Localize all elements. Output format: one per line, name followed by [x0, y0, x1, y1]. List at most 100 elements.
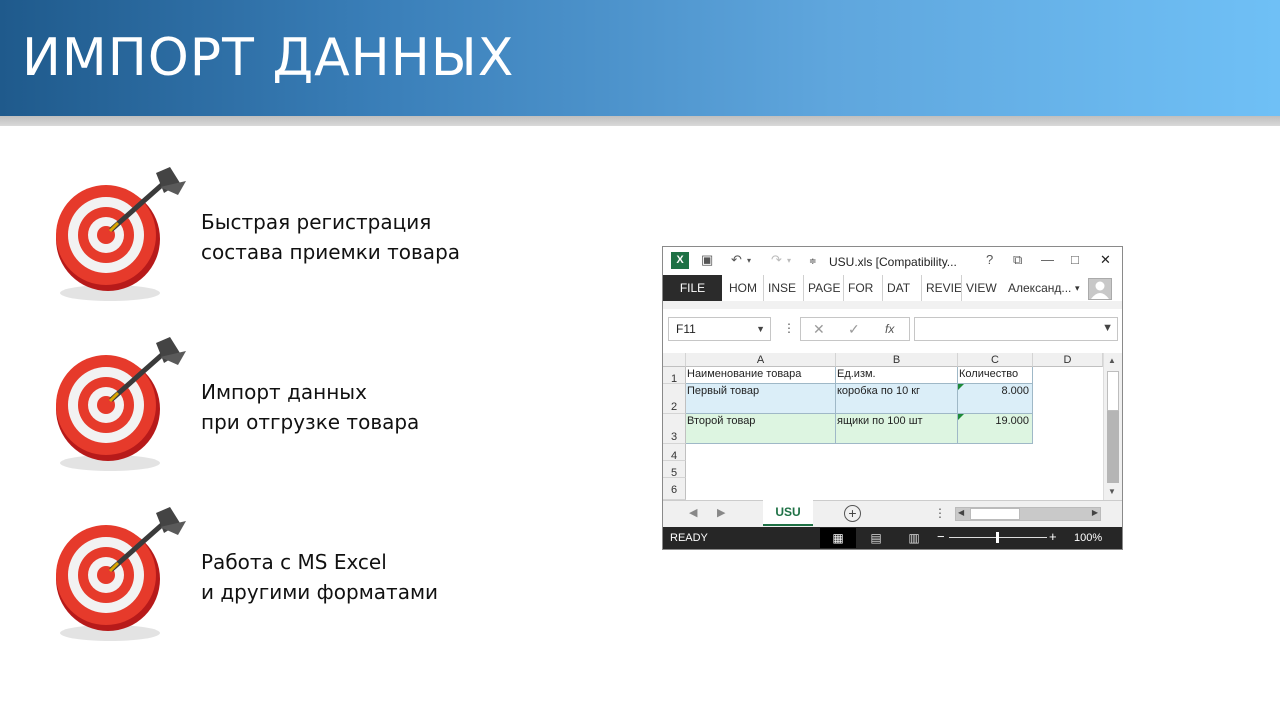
table-cell[interactable]: коробка по 10 кг [836, 384, 958, 414]
normal-view-icon[interactable]: ▦ [820, 528, 856, 548]
help-icon[interactable]: ? [986, 252, 993, 267]
sheet-next-icon[interactable]: ▶ [717, 506, 725, 519]
tab-view[interactable]: VIEW [961, 275, 997, 301]
tab-file[interactable]: FILE [663, 275, 722, 301]
undo-dropdown-icon[interactable]: ▾ [747, 256, 751, 265]
chevron-down-icon[interactable]: ▼ [756, 318, 765, 340]
row-header[interactable]: 3 [663, 414, 686, 444]
row-header[interactable]: 2 [663, 384, 686, 414]
horizontal-scrollbar[interactable]: ◀ ▶ [955, 507, 1101, 521]
avatar[interactable] [1088, 278, 1112, 300]
formula-bar: F11 ▼ ⋮ ✕ ✓ fx ▼ [663, 309, 1122, 349]
expand-formula-icon[interactable]: ▼ [1102, 322, 1113, 334]
feature-text: Работа с MS Excel и другими форматами [201, 547, 438, 607]
zoom-knob[interactable] [996, 532, 999, 543]
scroll-track[interactable] [1107, 411, 1119, 483]
ribbon-tabs: FILE HOM INSE PAGE FOR DAT REVIE VIEW Ал… [663, 275, 1122, 301]
save-icon[interactable]: ▣ [701, 252, 713, 268]
cell-value: 19.000 [995, 415, 1029, 427]
table-cell[interactable]: 19.000 [958, 414, 1033, 444]
user-dropdown-icon[interactable]: ▾ [1075, 275, 1080, 301]
dart-target-icon [56, 337, 186, 471]
column-header[interactable]: D [1033, 353, 1103, 367]
name-box-value: F11 [676, 322, 696, 336]
redo-icon[interactable]: ↷ [771, 252, 782, 268]
vertical-scrollbar[interactable]: ▲ ▼ [1103, 353, 1122, 500]
zoom-in-icon[interactable]: + [1049, 529, 1057, 544]
table-cell[interactable]: Первый товар [686, 384, 836, 414]
scroll-right-icon[interactable]: ▶ [1092, 508, 1098, 517]
tab-page-layout[interactable]: PAGE [803, 275, 840, 301]
tab-formulas[interactable]: FOR [843, 275, 873, 301]
dart-target-icon [56, 167, 186, 301]
add-sheet-button[interactable]: + [844, 505, 861, 522]
row-header[interactable]: 4 [663, 444, 686, 462]
feature-text: Быстрая регистрация состава приемки това… [201, 207, 460, 267]
row-header[interactable]: 5 [663, 461, 686, 479]
more-options-icon[interactable]: ⋮ [783, 321, 795, 335]
table-cell[interactable]: Ед.изм. [836, 367, 958, 384]
scroll-thumb[interactable] [970, 508, 1020, 520]
column-header[interactable]: A [686, 353, 836, 367]
feature-line: при отгрузке товара [201, 410, 420, 434]
scroll-thumb[interactable] [1107, 371, 1119, 411]
minimize-icon[interactable]: — [1041, 252, 1054, 267]
sheet-tab-usu[interactable]: USU [763, 500, 813, 526]
tab-data[interactable]: DAT [882, 275, 910, 301]
close-icon[interactable]: ✕ [1100, 252, 1111, 268]
undo-icon[interactable]: ↶ [731, 252, 742, 268]
table-cell[interactable]: Второй товар [686, 414, 836, 444]
feature-item: Импорт данных при отгрузке товара [52, 335, 612, 475]
formula-input[interactable]: ▼ [914, 317, 1118, 341]
ribbon-display-icon[interactable]: ⧉ [1013, 252, 1022, 268]
excel-logo-icon: X [671, 252, 689, 269]
maximize-icon[interactable]: □ [1071, 252, 1079, 267]
status-bar: READY ▦ ▤ ▥ − + 100% [663, 527, 1122, 549]
user-account[interactable]: Александ... [1008, 275, 1071, 301]
excel-titlebar: X ▣ ↶ ▾ ↷ ▾ ≑ USU.xls [Compatibility... … [663, 247, 1122, 275]
select-all-corner[interactable] [663, 353, 686, 367]
zoom-out-icon[interactable]: − [937, 529, 945, 544]
scroll-left-icon[interactable]: ◀ [958, 508, 964, 517]
scroll-up-icon[interactable]: ▲ [1108, 356, 1116, 365]
scroll-down-icon[interactable]: ▼ [1108, 487, 1116, 496]
error-indicator-icon [958, 414, 964, 420]
cancel-icon[interactable]: ✕ [813, 321, 825, 338]
feature-item: Быстрая регистрация состава приемки това… [52, 165, 612, 305]
zoom-level[interactable]: 100% [1074, 532, 1102, 544]
column-header[interactable]: C [958, 353, 1033, 367]
feature-item: Работа с MS Excel и другими форматами [52, 505, 612, 645]
sheet-tab-bar: ◀ ▶ USU + ⋮ ◀ ▶ [663, 500, 1122, 527]
more-options-icon[interactable]: ⋮ [934, 506, 946, 520]
excel-window: X ▣ ↶ ▾ ↷ ▾ ≑ USU.xls [Compatibility... … [662, 246, 1123, 550]
dart-target-icon [56, 507, 186, 641]
banner-divider [0, 116, 1280, 126]
enter-icon[interactable]: ✓ [848, 321, 860, 338]
tab-home[interactable]: HOM [725, 275, 757, 301]
insert-function-icon[interactable]: fx [885, 322, 894, 336]
page-layout-view-icon[interactable]: ▤ [858, 528, 894, 548]
tab-review[interactable]: REVIE [921, 275, 962, 301]
redo-dropdown-icon[interactable]: ▾ [787, 256, 791, 265]
name-box[interactable]: F11 ▼ [668, 317, 771, 341]
row-header[interactable]: 1 [663, 367, 686, 385]
zoom-slider[interactable]: − + [937, 527, 1057, 549]
table-cell[interactable]: ящики по 100 шт [836, 414, 958, 444]
column-header[interactable]: B [836, 353, 958, 367]
tab-insert[interactable]: INSE [763, 275, 796, 301]
table-cell[interactable]: Наименование товара [686, 367, 836, 384]
sheet-prev-icon[interactable]: ◀ [689, 506, 697, 519]
feature-line: состава приемки товара [201, 240, 461, 264]
customize-toolbar-icon[interactable]: ≑ [809, 256, 817, 267]
cell-value: 8.000 [1001, 385, 1029, 397]
table-cell[interactable]: Количество [958, 367, 1033, 384]
error-indicator-icon [958, 384, 964, 390]
spreadsheet-grid[interactable]: A B C D 1 2 3 4 5 6 Наименование товара … [663, 353, 1103, 500]
table-cell[interactable]: 8.000 [958, 384, 1033, 414]
feature-line: Импорт данных [201, 380, 367, 404]
page-break-view-icon[interactable]: ▥ [896, 528, 932, 548]
feature-line: и другими форматами [201, 580, 439, 604]
row-header[interactable]: 6 [663, 478, 686, 500]
feature-line: Быстрая регистрация [201, 210, 432, 234]
document-title: USU.xls [Compatibility... [829, 255, 957, 269]
